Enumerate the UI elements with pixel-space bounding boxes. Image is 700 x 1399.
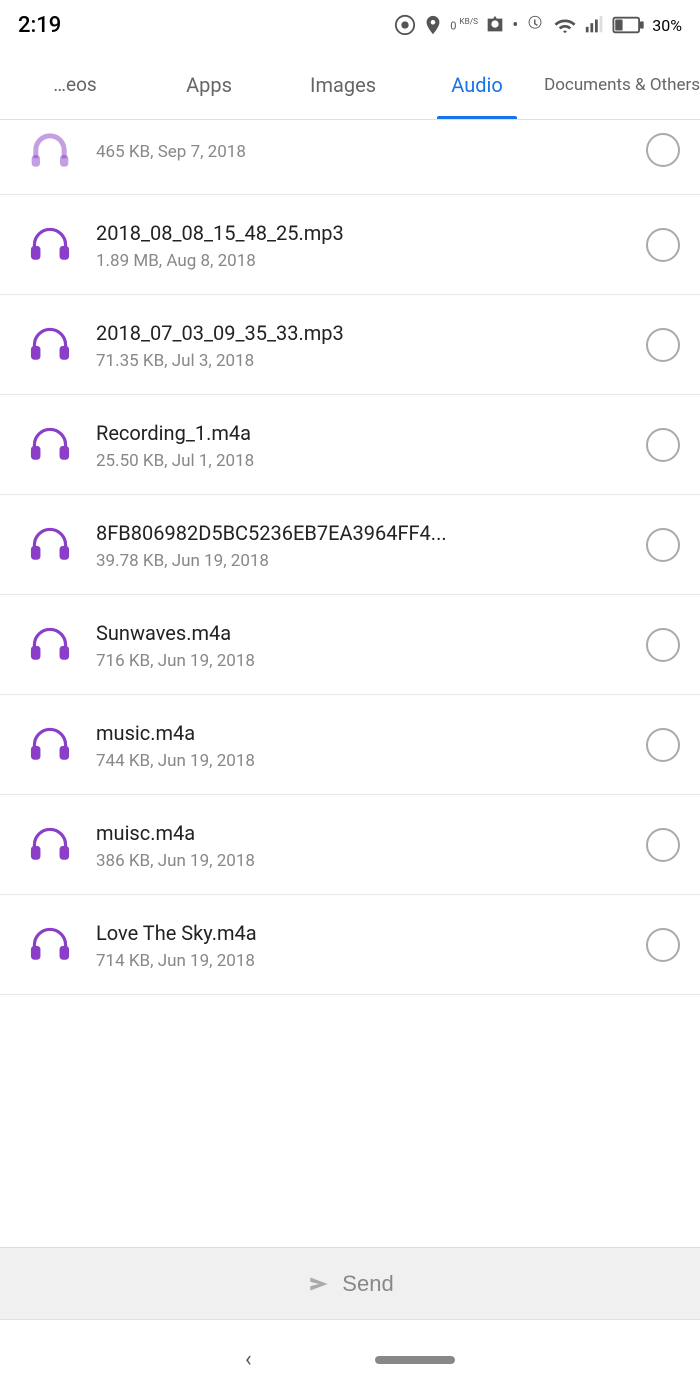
- wifi-icon: [552, 14, 578, 36]
- file-info-partial: 465 KB, Sep 7, 2018: [80, 138, 646, 162]
- audio-icon-5: [20, 715, 80, 775]
- file-meta-0: 1.89 MB, Aug 8, 2018: [96, 251, 630, 271]
- file-item: 8FB806982D5BC5236EB7EA3964FF4... 39.78 K…: [0, 495, 700, 595]
- audio-icon-0: [20, 215, 80, 275]
- file-meta-5: 744 KB, Jun 19, 2018: [96, 751, 630, 771]
- send-icon: [306, 1271, 332, 1297]
- file-item: Sunwaves.m4a 716 KB, Jun 19, 2018: [0, 595, 700, 695]
- file-item: muisc.m4a 386 KB, Jun 19, 2018: [0, 795, 700, 895]
- file-checkbox-6[interactable]: [646, 828, 680, 862]
- file-checkbox-partial[interactable]: [646, 133, 680, 167]
- audio-icon-3: [20, 515, 80, 575]
- battery-icon: [612, 14, 646, 36]
- alarm-icon: [524, 14, 546, 36]
- file-name-3: 8FB806982D5BC5236EB7EA3964FF4...: [96, 519, 630, 547]
- file-checkbox-7[interactable]: [646, 928, 680, 962]
- file-info-0: 2018_08_08_15_48_25.mp3 1.89 MB, Aug 8, …: [80, 219, 646, 271]
- file-checkbox-4[interactable]: [646, 628, 680, 662]
- tab-documents[interactable]: Documents & Others: [544, 50, 700, 119]
- svg-text:0: 0: [450, 20, 456, 33]
- file-meta-4: 716 KB, Jun 19, 2018: [96, 651, 630, 671]
- audio-icon-7: [20, 915, 80, 975]
- status-bar: 2:19 0 KB/S •: [0, 0, 700, 50]
- file-name-7: Love The Sky.m4a: [96, 919, 630, 947]
- signal-icon: [584, 14, 606, 36]
- audio-icon-1: [20, 315, 80, 375]
- nav-pill: [375, 1356, 455, 1364]
- file-meta-3: 39.78 KB, Jun 19, 2018: [96, 551, 630, 571]
- audio-icon-2: [20, 415, 80, 475]
- file-checkbox-5[interactable]: [646, 728, 680, 762]
- file-info-3: 8FB806982D5BC5236EB7EA3964FF4... 39.78 K…: [80, 519, 646, 571]
- send-button-label: Send: [342, 1271, 393, 1297]
- file-info-4: Sunwaves.m4a 716 KB, Jun 19, 2018: [80, 619, 646, 671]
- file-name-6: muisc.m4a: [96, 819, 630, 847]
- file-info-6: muisc.m4a 386 KB, Jun 19, 2018: [80, 819, 646, 871]
- file-info-7: Love The Sky.m4a 714 KB, Jun 19, 2018: [80, 919, 646, 971]
- file-checkbox-0[interactable]: [646, 228, 680, 262]
- status-time: 2:19: [18, 13, 61, 38]
- file-meta-7: 714 KB, Jun 19, 2018: [96, 951, 630, 971]
- back-button[interactable]: ‹: [245, 1347, 252, 1372]
- send-button[interactable]: Send: [306, 1271, 393, 1297]
- file-meta-2: 25.50 KB, Jul 1, 2018: [96, 451, 630, 471]
- chrome-icon: [394, 14, 416, 36]
- file-item: Recording_1.m4a 25.50 KB, Jul 1, 2018: [0, 395, 700, 495]
- audio-icon-6: [20, 815, 80, 875]
- tab-images[interactable]: Images: [276, 50, 410, 119]
- file-meta-1: 71.35 KB, Jul 3, 2018: [96, 351, 630, 371]
- file-meta-6: 386 KB, Jun 19, 2018: [96, 851, 630, 871]
- file-item: Love The Sky.m4a 714 KB, Jun 19, 2018: [0, 895, 700, 995]
- tab-audio[interactable]: Audio: [410, 50, 544, 119]
- file-checkbox-1[interactable]: [646, 328, 680, 362]
- battery-percent: 30%: [652, 16, 682, 35]
- file-name-0: 2018_08_08_15_48_25.mp3: [96, 219, 630, 247]
- svg-text:KB/S: KB/S: [460, 17, 479, 27]
- bottom-nav: ‹: [0, 1319, 700, 1399]
- data-icon: 0 KB/S: [450, 14, 478, 36]
- file-list-container: 465 KB, Sep 7, 2018 2018_08_08_15_48_25.…: [0, 120, 700, 1247]
- camera-icon: [484, 14, 506, 36]
- file-item: music.m4a 744 KB, Jun 19, 2018: [0, 695, 700, 795]
- file-list: 2018_08_08_15_48_25.mp3 1.89 MB, Aug 8, …: [0, 195, 700, 995]
- file-item: 2018_07_03_09_35_33.mp3 71.35 KB, Jul 3,…: [0, 295, 700, 395]
- file-name-4: Sunwaves.m4a: [96, 619, 630, 647]
- send-bar: Send: [0, 1247, 700, 1319]
- location-icon: [422, 14, 444, 36]
- file-info-5: music.m4a 744 KB, Jun 19, 2018: [80, 719, 646, 771]
- audio-icon-partial: [20, 120, 80, 180]
- tab-videos[interactable]: …eos: [0, 50, 142, 119]
- file-checkbox-2[interactable]: [646, 428, 680, 462]
- file-meta-partial: 465 KB, Sep 7, 2018: [96, 142, 630, 162]
- status-icons: 0 KB/S • 30%: [394, 14, 682, 36]
- file-name-1: 2018_07_03_09_35_33.mp3: [96, 319, 630, 347]
- file-name-5: music.m4a: [96, 719, 630, 747]
- tab-bar: …eos Apps Images Audio Documents & Other…: [0, 50, 700, 120]
- file-item-partial: 465 KB, Sep 7, 2018: [0, 120, 700, 195]
- audio-icon-4: [20, 615, 80, 675]
- tab-apps[interactable]: Apps: [142, 50, 276, 119]
- file-info-2: Recording_1.m4a 25.50 KB, Jul 1, 2018: [80, 419, 646, 471]
- file-name-2: Recording_1.m4a: [96, 419, 630, 447]
- file-info-1: 2018_07_03_09_35_33.mp3 71.35 KB, Jul 3,…: [80, 319, 646, 371]
- file-checkbox-3[interactable]: [646, 528, 680, 562]
- dot-indicator: •: [512, 15, 518, 36]
- file-item: 2018_08_08_15_48_25.mp3 1.89 MB, Aug 8, …: [0, 195, 700, 295]
